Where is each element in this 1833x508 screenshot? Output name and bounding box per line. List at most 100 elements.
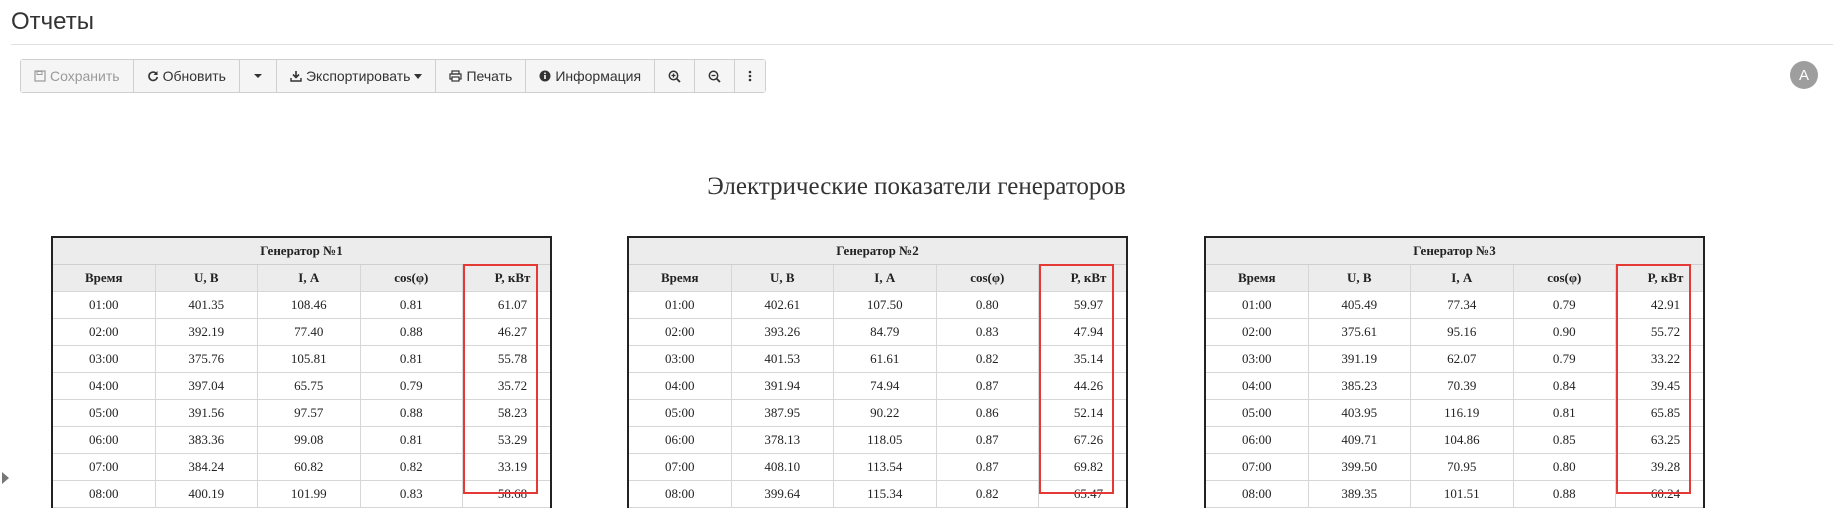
printer-icon bbox=[449, 70, 463, 82]
table-row: 03:00 391.19 62.07 0.79 33.22 bbox=[1206, 346, 1703, 373]
table-cell: 0.79 bbox=[1514, 346, 1616, 372]
table-cell: 0.81 bbox=[1514, 400, 1616, 426]
info-button-label: Информация bbox=[555, 68, 642, 84]
table-cell: 59.97 bbox=[1073, 297, 1104, 312]
more-options-button[interactable] bbox=[735, 60, 766, 92]
table-cell: 0.79 bbox=[1514, 292, 1616, 318]
column-spacer bbox=[1616, 319, 1628, 345]
column-header: U, В bbox=[1309, 265, 1411, 291]
table-cell: 399.64 bbox=[732, 481, 834, 507]
export-button[interactable]: Экспортировать bbox=[276, 60, 437, 92]
column-spacer bbox=[1616, 373, 1628, 399]
table-cell: 58.68 bbox=[497, 486, 528, 501]
table-cell: 61.61 bbox=[834, 346, 937, 372]
column-header: Время bbox=[53, 265, 156, 291]
table-cell: 105.81 bbox=[258, 346, 361, 372]
table-cell: 46.27 bbox=[497, 324, 528, 339]
table-row: 02:00 393.26 84.79 0.83 47.94 bbox=[629, 319, 1126, 346]
print-button[interactable]: Печать bbox=[436, 60, 527, 92]
title-divider bbox=[11, 44, 1833, 45]
table-cell: 60.82 bbox=[258, 454, 361, 480]
table-cell: 90.22 bbox=[834, 400, 937, 426]
info-circle-icon bbox=[539, 70, 551, 82]
column-header: Время bbox=[1206, 265, 1309, 291]
generator-table-caption: Генератор №2 bbox=[629, 238, 1126, 265]
column-header: P, кВт bbox=[494, 270, 531, 285]
table-cell: 03:00 bbox=[1206, 346, 1309, 372]
table-cell: 65.85 bbox=[1650, 405, 1681, 420]
table-row: 01:00 401.35 108.46 0.81 61.07 bbox=[53, 292, 550, 319]
table-cell: 0.88 bbox=[361, 319, 463, 345]
column-spacer bbox=[1039, 373, 1051, 399]
table-cell: 70.95 bbox=[1411, 454, 1514, 480]
table-cell: 392.19 bbox=[156, 319, 258, 345]
column-spacer bbox=[1039, 481, 1051, 507]
table-cell: 08:00 bbox=[1206, 481, 1309, 507]
table-cell: 0.81 bbox=[361, 292, 463, 318]
info-button[interactable]: Информация bbox=[526, 60, 656, 92]
save-button[interactable]: Сохранить bbox=[21, 60, 134, 92]
expand-panel-arrow-icon[interactable] bbox=[2, 472, 9, 484]
table-row: 02:00 392.19 77.40 0.88 46.27 bbox=[53, 319, 550, 346]
table-cell: 08:00 bbox=[629, 481, 732, 507]
refresh-button[interactable]: Обновить bbox=[133, 60, 240, 92]
table-cell: 391.19 bbox=[1309, 346, 1411, 372]
table-row: 01:00 402.61 107.50 0.80 59.97 bbox=[629, 292, 1126, 319]
table-cell: 74.94 bbox=[834, 373, 937, 399]
table-row: 01:00 405.49 77.34 0.79 42.91 bbox=[1206, 292, 1703, 319]
table-row: 06:00 409.71 104.86 0.85 63.25 bbox=[1206, 427, 1703, 454]
column-header: U, В bbox=[156, 265, 258, 291]
table-cell: 408.10 bbox=[732, 454, 834, 480]
table-cell: 01:00 bbox=[53, 292, 156, 318]
column-spacer bbox=[1616, 400, 1628, 426]
table-cell: 405.49 bbox=[1309, 292, 1411, 318]
download-icon bbox=[290, 70, 302, 82]
table-cell: 60.24 bbox=[1650, 486, 1681, 501]
table-row: 04:00 391.94 74.94 0.87 44.26 bbox=[629, 373, 1126, 400]
column-spacer bbox=[463, 265, 475, 291]
table-cell: 116.19 bbox=[1411, 400, 1514, 426]
table-cell: 0.86 bbox=[937, 400, 1039, 426]
table-cell: 44.26 bbox=[1073, 378, 1104, 393]
table-cell: 0.87 bbox=[937, 427, 1039, 453]
table-row: 08:00 389.35 101.51 0.88 60.24 bbox=[1206, 481, 1703, 508]
table-row: 07:00 408.10 113.54 0.87 69.82 bbox=[629, 454, 1126, 481]
table-cell: 53.29 bbox=[497, 432, 528, 447]
table-cell: 05:00 bbox=[1206, 400, 1309, 426]
table-cell: 0.87 bbox=[937, 373, 1039, 399]
table-cell: 05:00 bbox=[53, 400, 156, 426]
table-cell: 0.88 bbox=[1514, 481, 1616, 507]
table-cell: 84.79 bbox=[834, 319, 937, 345]
column-spacer bbox=[1039, 319, 1051, 345]
column-spacer bbox=[1039, 427, 1051, 453]
column-spacer bbox=[1039, 265, 1051, 291]
table-cell: 375.76 bbox=[156, 346, 258, 372]
table-row: 04:00 385.23 70.39 0.84 39.45 bbox=[1206, 373, 1703, 400]
column-header: P, кВт bbox=[1647, 270, 1684, 285]
table-cell: 03:00 bbox=[53, 346, 156, 372]
user-avatar[interactable]: A bbox=[1790, 61, 1818, 89]
table-cell: 384.24 bbox=[156, 454, 258, 480]
table-cell: 95.16 bbox=[1411, 319, 1514, 345]
table-cell: 391.94 bbox=[732, 373, 834, 399]
column-spacer bbox=[463, 346, 475, 372]
report-title: Электрические показатели генераторов bbox=[707, 173, 1126, 200]
table-cell: 409.71 bbox=[1309, 427, 1411, 453]
table-cell: 400.19 bbox=[156, 481, 258, 507]
table-cell: 0.85 bbox=[1514, 427, 1616, 453]
page-title: Отчеты bbox=[11, 8, 94, 35]
refresh-options-dropdown-button[interactable] bbox=[239, 60, 277, 92]
zoom-in-button[interactable] bbox=[655, 60, 696, 92]
table-cell: 403.95 bbox=[1309, 400, 1411, 426]
column-header: I, А bbox=[834, 265, 937, 291]
table-cell: 0.82 bbox=[937, 481, 1039, 507]
vertical-ellipsis-icon bbox=[748, 70, 752, 82]
refresh-icon bbox=[147, 70, 159, 82]
table-cell: 0.84 bbox=[1514, 373, 1616, 399]
table-row: 08:00 399.64 115.34 0.82 65.47 bbox=[629, 481, 1126, 508]
table-cell: 118.05 bbox=[834, 427, 937, 453]
zoom-out-button[interactable] bbox=[695, 60, 736, 92]
table-header-row: Время U, В I, Аcos(φ) P, кВт bbox=[53, 265, 550, 292]
report-toolbar: Сохранить Обновить Экспортировать Печать… bbox=[20, 59, 767, 93]
table-cell: 35.72 bbox=[497, 378, 528, 393]
